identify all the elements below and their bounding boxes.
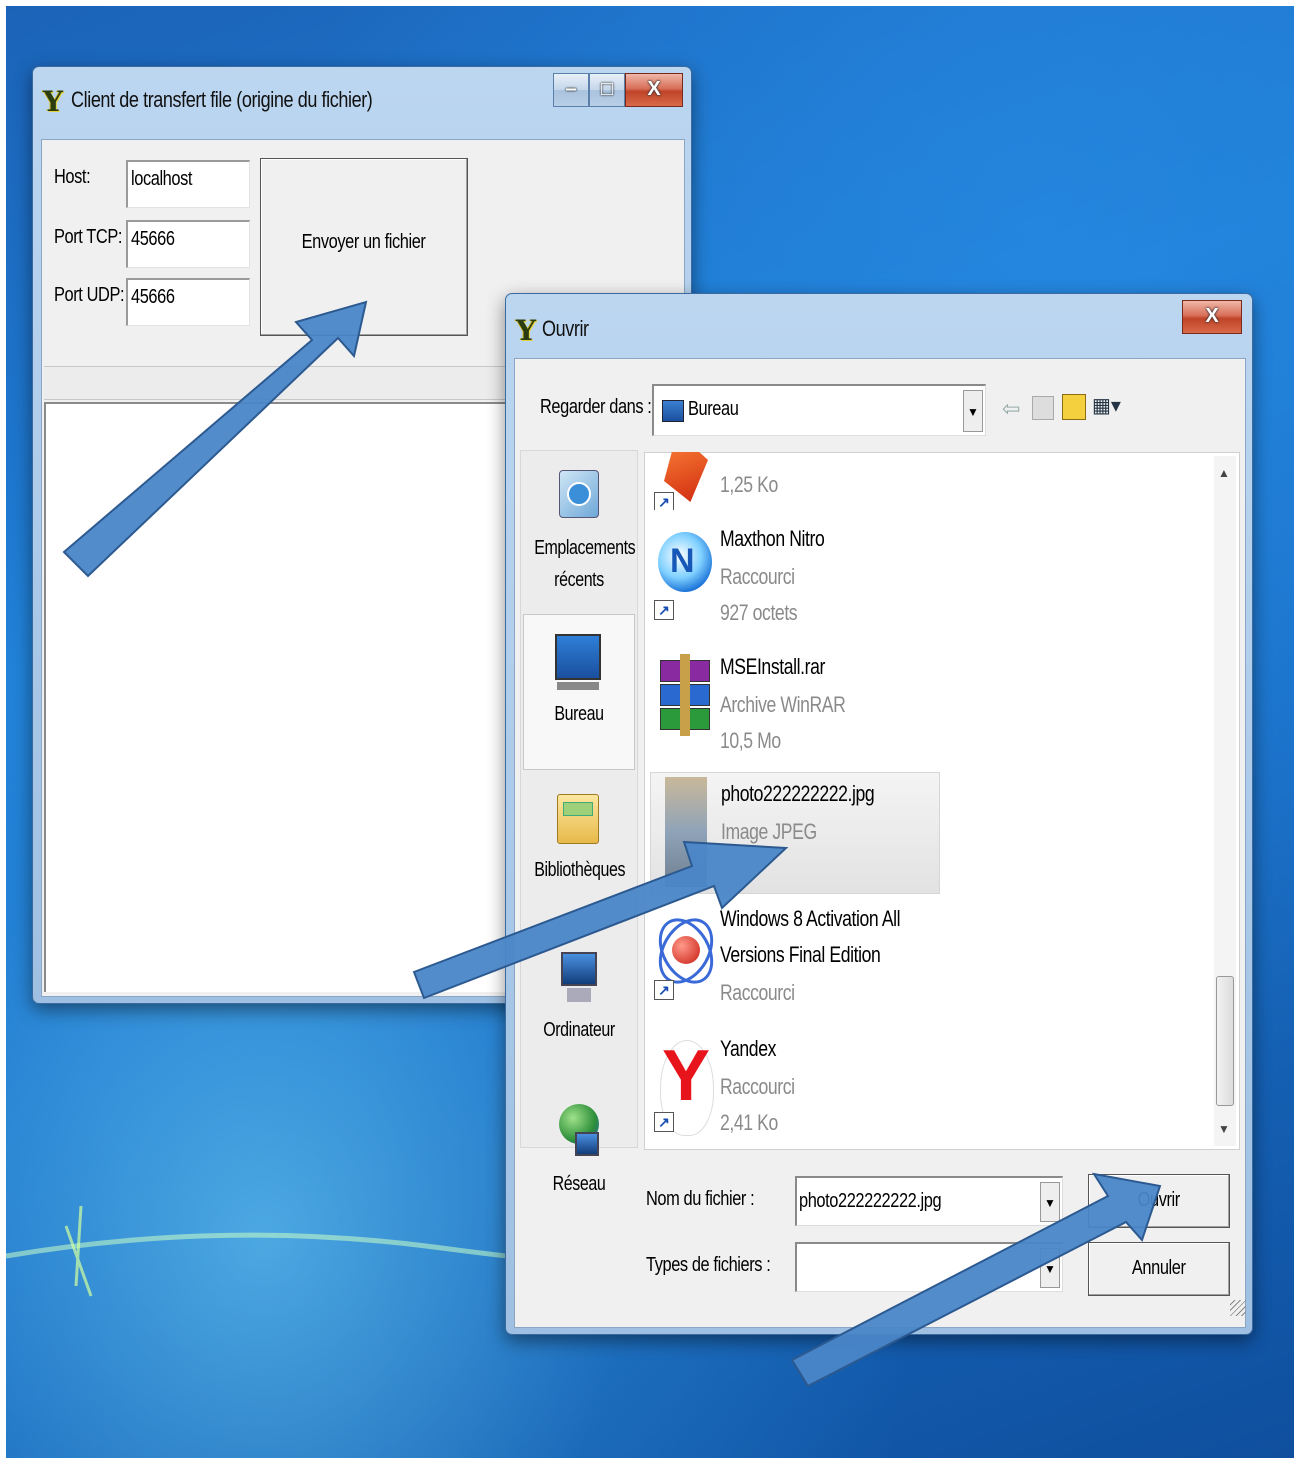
- filename-label: Nom du fichier :: [646, 1188, 755, 1210]
- shortcut-icon: ↗: [654, 452, 712, 510]
- scroll-down-arrow[interactable]: ▼: [1218, 1122, 1230, 1136]
- file-type: Raccourci: [720, 564, 795, 589]
- file-type: Raccourci: [720, 1074, 795, 1099]
- look-in-combobox[interactable]: Bureau ▼: [652, 384, 986, 436]
- client-window-titlebar[interactable]: Y Client de transfert file (origine du f…: [33, 67, 691, 123]
- yandex-icon: Y ↗: [654, 1036, 714, 1136]
- up-folder-icon[interactable]: [1032, 396, 1054, 420]
- shortcut-overlay-icon: ↗: [654, 980, 674, 1000]
- file-size: 927 octets: [720, 600, 798, 625]
- client-window-title: Client de transfert file (origine du fic…: [71, 87, 373, 112]
- shortcut-overlay-icon: ↗: [654, 1112, 674, 1132]
- filetype-label: Types de fichiers :: [646, 1254, 771, 1276]
- open-button-label: Ouvrir: [1137, 1189, 1181, 1211]
- libraries-icon: [553, 788, 605, 848]
- file-item-mseinstall[interactable]: MSEInstall.rar Archive WinRAR 10,5 Mo: [650, 648, 940, 768]
- send-file-button[interactable]: Envoyer un fichier: [260, 158, 468, 336]
- host-input-value: localhost: [131, 168, 193, 190]
- file-size: 1,25 Ko: [720, 472, 778, 497]
- file-item-windows8-activation[interactable]: ↗ Windows 8 Activation All Versions Fina…: [647, 900, 940, 1020]
- filetype-combobox[interactable]: ▼: [795, 1242, 1063, 1292]
- look-in-dropdown-arrow[interactable]: ▼: [963, 390, 983, 432]
- minimize-button[interactable]: –: [553, 73, 589, 107]
- place-recent-label-2: récents: [554, 569, 604, 591]
- send-file-button-label: Envoyer un fichier: [302, 231, 426, 253]
- tcp-port-input-value: 45666: [131, 228, 175, 250]
- look-in-label: Regarder dans :: [540, 396, 652, 418]
- place-computer-label: Ordinateur: [543, 1019, 615, 1041]
- place-desktop[interactable]: Bureau: [523, 632, 635, 730]
- file-item-maxthon[interactable]: N ↗ Maxthon Nitro Raccourci 927 octets: [650, 520, 940, 640]
- place-computer[interactable]: Ordinateur: [523, 948, 635, 1046]
- tcp-port-label: Port TCP:: [54, 226, 123, 248]
- udp-port-input-value: 45666: [131, 286, 175, 308]
- open-dialog-title: Ouvrir: [542, 316, 589, 341]
- file-size: 10,5 Mo: [720, 728, 781, 753]
- udp-port-label: Port UDP:: [54, 284, 125, 306]
- maxthon-icon: N ↗: [654, 526, 712, 620]
- desktop-icon: [553, 632, 605, 692]
- host-input[interactable]: localhost: [126, 160, 250, 208]
- maximize-button[interactable]: □: [589, 73, 625, 107]
- close-button[interactable]: X: [625, 73, 683, 107]
- cancel-button-label: Annuler: [1132, 1257, 1186, 1279]
- atom-icon: ↗: [647, 906, 725, 1000]
- winrar-icon: [654, 654, 712, 744]
- new-folder-icon[interactable]: [1062, 394, 1086, 420]
- place-libraries-label: Bibliothèques: [534, 859, 626, 881]
- tcp-port-input[interactable]: 45666: [126, 220, 250, 268]
- open-button[interactable]: Ouvrir: [1088, 1174, 1230, 1228]
- filename-combobox[interactable]: photo222222222.jpg ▼: [795, 1176, 1063, 1226]
- dialog-close-button[interactable]: X: [1182, 300, 1242, 334]
- file-name: Yandex: [720, 1036, 776, 1061]
- scroll-thumb[interactable]: [1216, 976, 1234, 1106]
- file-size: 2,41 Ko: [720, 1110, 778, 1135]
- udp-port-input[interactable]: 45666: [126, 278, 250, 326]
- look-in-value: Bureau: [688, 398, 739, 420]
- file-list-scrollbar[interactable]: ▲ ▼: [1214, 456, 1236, 1146]
- app-logo-icon: Y: [43, 85, 63, 118]
- file-name-line-1: Windows 8 Activation All: [720, 906, 901, 931]
- place-libraries[interactable]: Bibliothèques: [523, 788, 635, 886]
- file-type: Raccourci: [720, 980, 795, 1005]
- place-recent[interactable]: Emplacements récents: [523, 466, 636, 596]
- filename-dropdown-arrow[interactable]: ▼: [1040, 1182, 1060, 1222]
- file-item-photo[interactable]: photo222222222.jpg Image JPEG: [650, 772, 940, 894]
- place-network[interactable]: Réseau: [523, 1102, 635, 1200]
- file-name: MSEInstall.rar: [720, 654, 825, 679]
- shortcut-overlay-icon: ↗: [654, 492, 674, 510]
- scroll-up-arrow[interactable]: ▲: [1218, 466, 1230, 480]
- host-label: Host:: [54, 166, 91, 188]
- cancel-button[interactable]: Annuler: [1088, 1242, 1230, 1296]
- view-menu-icon[interactable]: ▦▾: [1092, 394, 1126, 420]
- app-logo-icon: Y: [516, 314, 536, 347]
- filetype-dropdown-arrow[interactable]: ▼: [1040, 1248, 1060, 1288]
- filename-value: photo222222222.jpg: [799, 1190, 942, 1212]
- file-type: Image JPEG: [721, 819, 817, 844]
- photo-thumbnail: [655, 777, 713, 887]
- back-icon[interactable]: ⇦: [1002, 396, 1020, 422]
- recent-places-icon: [553, 466, 605, 526]
- file-name-line-2: Versions Final Edition: [720, 942, 881, 967]
- place-desktop-label: Bureau: [554, 703, 604, 725]
- open-dialog-titlebar[interactable]: Y Ouvrir X: [506, 294, 1252, 350]
- network-icon: [553, 1102, 605, 1162]
- place-recent-label-1: Emplacements: [534, 537, 636, 559]
- file-item-yandex[interactable]: Y ↗ Yandex Raccourci 2,41 Ko: [650, 1030, 940, 1150]
- shortcut-overlay-icon: ↗: [654, 600, 674, 620]
- place-network-label: Réseau: [552, 1173, 606, 1195]
- desktop-small-icon: [662, 400, 684, 422]
- file-type: Archive WinRAR: [720, 692, 846, 717]
- file-name: Maxthon Nitro: [720, 526, 825, 551]
- computer-icon: [553, 948, 605, 1008]
- file-name: photo222222222.jpg: [721, 781, 875, 806]
- file-item-shortcut-partial[interactable]: ↗ 1,25 Ko: [650, 452, 940, 510]
- resize-grip-icon[interactable]: [1230, 1300, 1246, 1316]
